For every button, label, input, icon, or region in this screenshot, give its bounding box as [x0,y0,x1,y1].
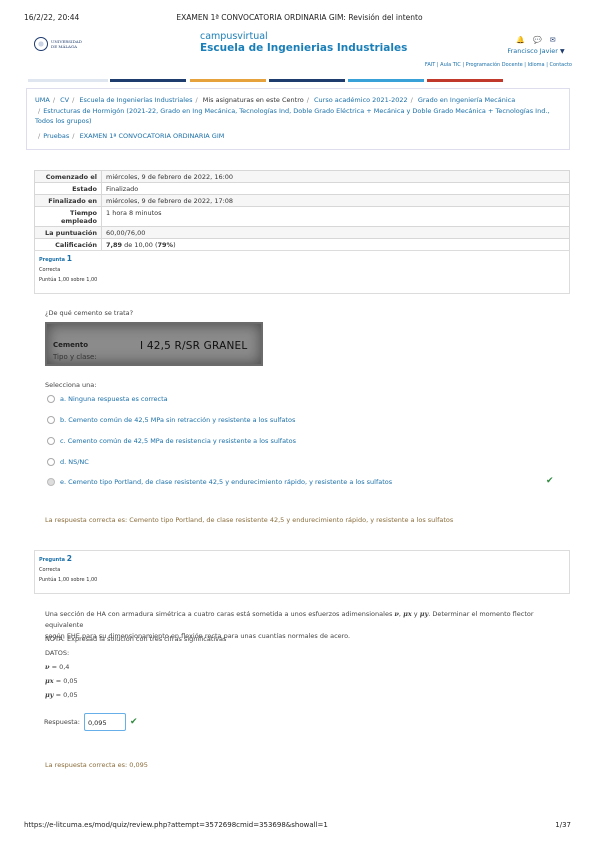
summary-row: Comenzado el miércoles, 9 de febrero de 2… [34,170,570,183]
option-b[interactable]: b. Cemento común de 42,5 MPa sin retracc… [47,416,295,424]
color-bar-1 [28,79,108,82]
print-url: https://e-litcuma.es/mod/quiz/review.php… [24,821,328,829]
color-bar-4 [269,79,345,82]
summary-row: La puntuación 60,00/76,00 [34,226,570,239]
radio-button-selected[interactable] [47,478,55,486]
seal-icon [34,37,48,51]
question-1-text: ¿De qué cemento se trata? [45,309,134,317]
select-one-label: Selecciona una: [45,381,97,389]
question-2-note: NOTA: Expresad la solución con tres cifr… [45,635,227,643]
attempt-summary-table: Comenzado el miércoles, 9 de febrero de 2… [34,170,570,251]
bell-icon[interactable]: 🔔 [516,36,525,44]
color-bar-5 [348,79,424,82]
summary-row: Estado Finalizado [34,182,570,195]
summary-row: Finalizado en miércoles, 9 de febrero de … [34,194,570,207]
question-score: Puntúa 1,00 sobre 1,00 [39,577,98,583]
answer-input[interactable]: 0,095 [83,713,126,731]
summary-row: Tiempo empleado 1 hora 8 minutos [34,206,570,227]
print-page: 1/37 [555,821,571,829]
question-1-info: Pregunta 1 Correcta Puntúa 1,00 sobre 1,… [34,250,570,294]
radio-button[interactable] [47,458,55,466]
dato-muy: μy = 0,05 [45,691,78,699]
cement-label-image: Cemento Tipo y clase: I 42,5 R/SR GRANEL [45,322,263,366]
chevron-down-icon: ▼ [560,48,565,55]
campus-title[interactable]: campusvirtual [200,31,268,42]
breadcrumb-degree[interactable]: Grado en Ingeniería Mecánica [418,96,515,104]
radio-button[interactable] [47,437,55,445]
breadcrumb-school[interactable]: Escuela de Ingenierías Industriales [79,96,192,104]
question-number: Pregunta 2 [39,554,72,563]
user-menu[interactable]: 🔔 💬 ✉ Francisco Javier ▼ [504,36,568,55]
question-2-feedback: La respuesta correcta es: 0,095 [45,761,148,769]
mail-icon[interactable]: ✉ [550,36,556,44]
breadcrumb-my-subjects[interactable]: Mis asignaturas en este Centro [203,96,304,104]
breadcrumb-uma[interactable]: UMA [35,96,50,104]
answer-row: Respuesta: 0,095 ✔ [44,713,138,731]
dato-mux: μx = 0,05 [45,677,78,685]
site-header: UNIVERSIDAD DE MÁLAGA campusvirtual Escu… [26,28,574,80]
summary-row: Calificación 7,89 de 10,00 (79%) [34,238,570,251]
datos-label: DATOS: [45,649,70,657]
breadcrumb-exam[interactable]: EXAMEN 1ª CONVOCATORIA ORDINARIA GIM [80,132,225,140]
option-a[interactable]: a. Ninguna respuesta es correcta [47,395,168,403]
user-name[interactable]: Francisco Javier ▼ [504,47,568,55]
color-bar-2 [110,79,186,82]
school-title[interactable]: Escuela de Ingenierias Industriales [200,42,407,54]
top-links[interactable]: FAIT | Aula TIC | Programación Docente |… [425,62,572,68]
breadcrumb-year[interactable]: Curso académico 2021-2022 [314,96,408,104]
dato-nu: ν = 0,4 [45,663,70,671]
breadcrumb-course[interactable]: Estructuras de Hormigón (2021-22, Grado … [35,107,549,126]
option-e[interactable]: e. Cemento tipo Portland, de clase resis… [47,478,392,486]
breadcrumb-tests[interactable]: Pruebas [43,132,69,140]
question-2-info: Pregunta 2 Correcta Puntúa 1,00 sobre 1,… [34,550,570,594]
radio-button[interactable] [47,395,55,403]
question-state: Correcta [39,267,61,273]
chat-icon[interactable]: 💬 [533,36,542,44]
radio-button[interactable] [47,416,55,424]
breadcrumb: UMA / CV / Escuela de Ingenierías Industri… [26,88,570,150]
color-bar-6 [427,79,503,82]
breadcrumb-cv[interactable]: CV [60,96,69,104]
option-c[interactable]: c. Cemento común de 42,5 MPa de resisten… [47,437,296,445]
question-score: Puntúa 1,00 sobre 1,00 [39,277,98,283]
answer-label: Respuesta: [44,718,80,726]
color-bar-3 [190,79,266,82]
question-1-feedback: La respuesta correcta es: Cemento tipo P… [45,516,454,524]
print-title: EXAMEN 1ª CONVOCATORIA ORDINARIA GIM: Re… [176,13,423,22]
logo-text: UNIVERSIDAD DE MÁLAGA [51,39,82,49]
correct-check-icon: ✔ [546,476,554,486]
correct-check-icon: ✔ [129,717,138,727]
question-number: Pregunta 1 [39,254,72,263]
university-logo[interactable]: UNIVERSIDAD DE MÁLAGA [34,34,82,54]
option-d[interactable]: d. NS/NC [47,458,89,466]
question-state: Correcta [39,567,61,573]
